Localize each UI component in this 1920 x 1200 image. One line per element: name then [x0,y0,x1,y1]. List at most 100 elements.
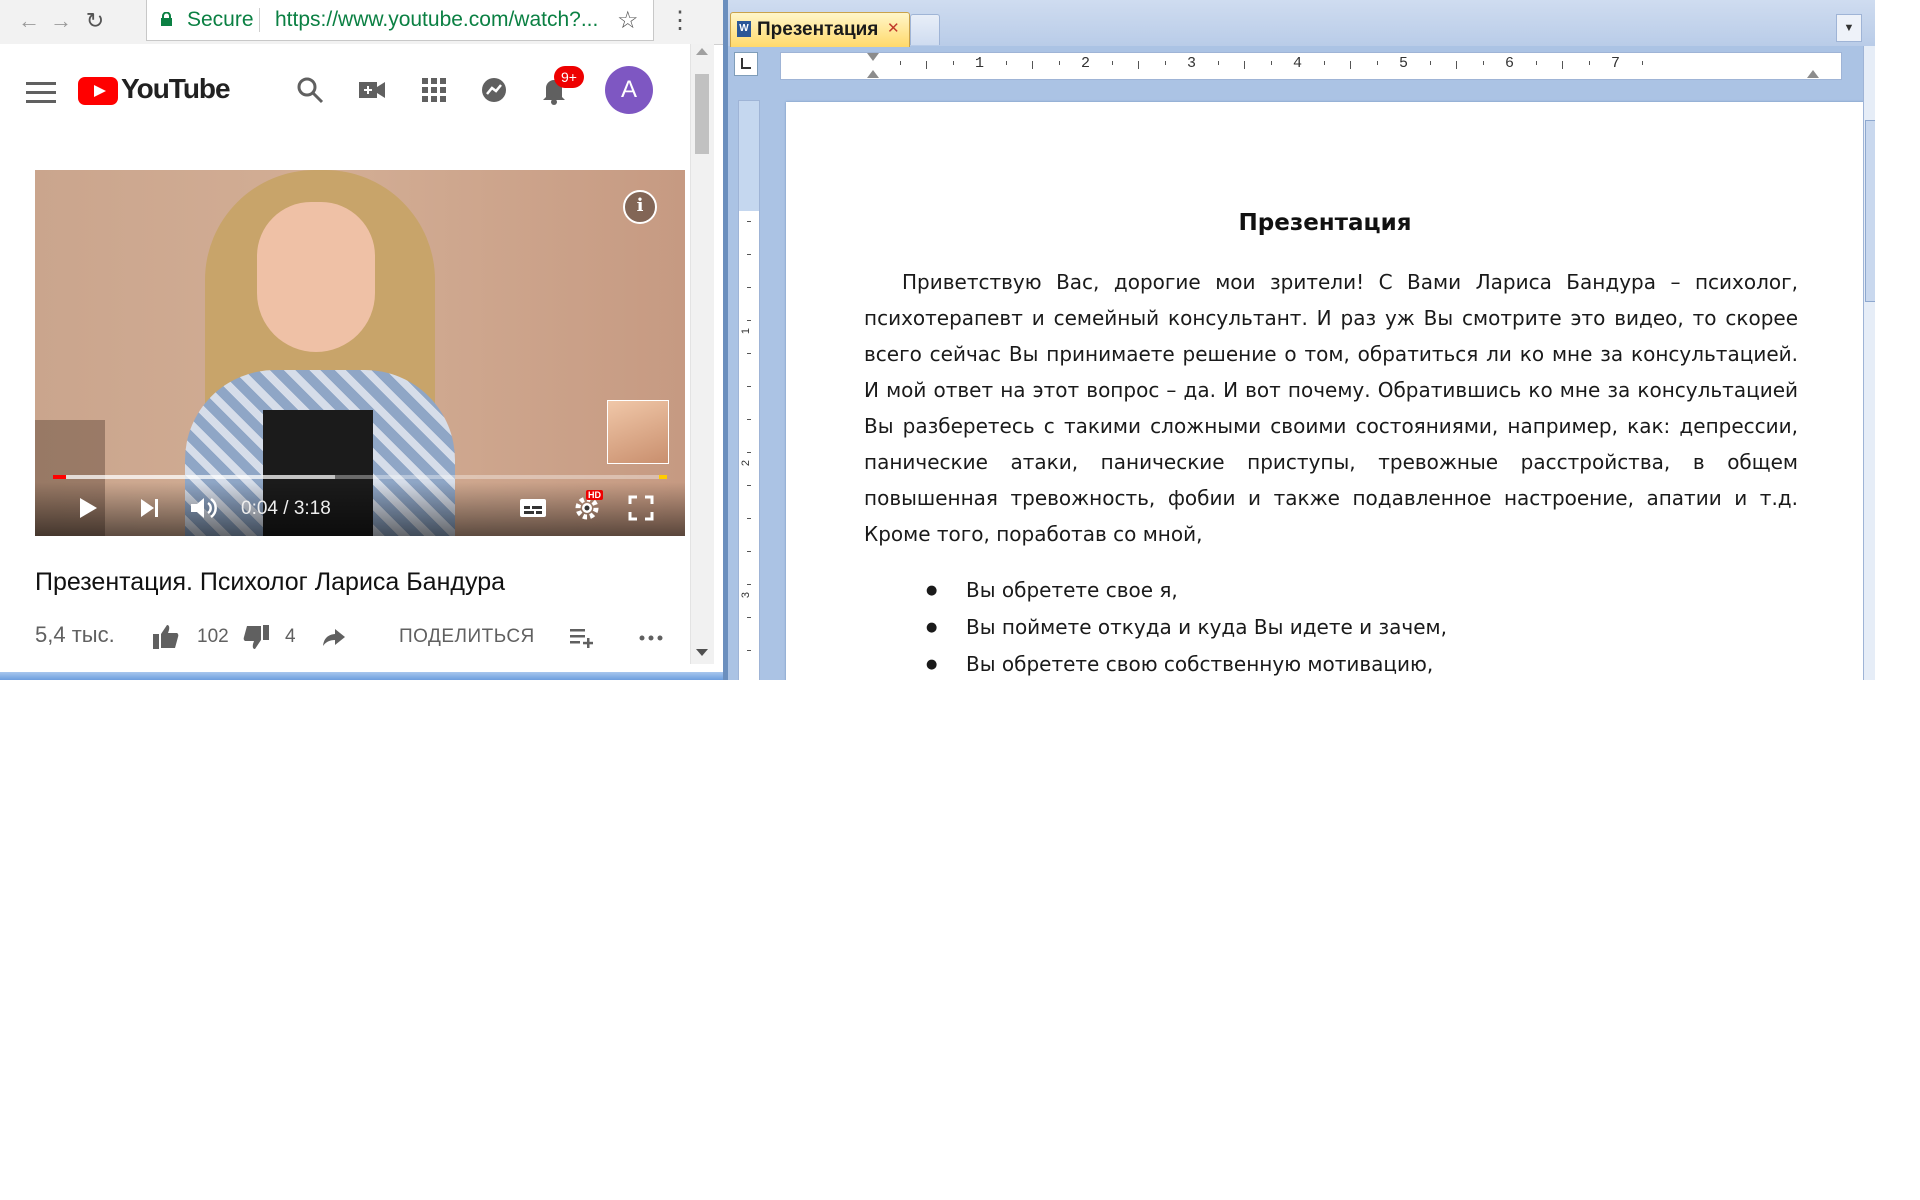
vertical-ruler-tick [747,320,751,321]
omnibox-separator [259,8,260,32]
ruler-tick [1005,61,1007,65]
dislike-icon[interactable] [241,622,271,652]
vertical-ruler-tick [747,287,751,288]
list-item: Вы обретете свою собственную мотивацию, [926,646,1786,680]
info-icon[interactable]: i [623,190,657,224]
subtitles-icon[interactable] [517,492,549,524]
document-tab[interactable]: W Презентация ✕ [730,12,910,47]
document-scroll-thumb[interactable] [1865,120,1875,302]
back-arrow-icon[interactable]: ← [14,6,44,36]
vertical-ruler-number: 1 [740,327,753,335]
page-scrollbar[interactable] [690,44,714,664]
video-title: Презентация. Психолог Лариса Бандура [35,568,506,596]
create-video-icon[interactable] [356,74,388,106]
ruler-tick [1058,61,1060,65]
vertical-ruler-number: 2 [740,459,753,467]
lock-icon [161,12,172,26]
progress-played [53,475,66,479]
vertical-ruler-tick [747,518,751,519]
youtube-logo-text[interactable]: YouTube [121,73,231,105]
forward-arrow-icon[interactable]: → [46,6,76,36]
vertical-ruler-tick [747,650,751,651]
reload-icon[interactable]: ↻ [80,6,110,36]
ruler-tick [1138,61,1139,69]
vertical-ruler-tick [747,353,751,354]
horizontal-ruler[interactable]: 1 2 3 4 5 6 7 [780,52,1842,80]
bookmark-star-icon[interactable]: ☆ [617,6,639,35]
like-count: 102 [197,626,229,647]
video-player[interactable]: i 0:04 / 3:18 HD [35,170,685,536]
close-icon[interactable]: ✕ [887,19,900,37]
search-icon[interactable] [294,74,326,106]
ruler-number: 7 [1611,55,1621,72]
vertical-ruler[interactable]: 1 2 3 [738,100,760,680]
ruler-tick [1350,61,1351,69]
next-icon[interactable] [133,492,165,524]
first-line-indent-marker[interactable] [867,53,879,61]
browser-menu-icon[interactable]: ⋮ [668,6,692,35]
document-tabstrip: W Презентация ✕ ▼ [728,0,1875,47]
ruler-number: 5 [1399,55,1409,72]
scroll-down-arrow-icon[interactable] [696,649,708,656]
views-count: 5,4 тыс. [35,622,115,647]
apps-icon[interactable] [418,74,450,106]
youtube-logo-icon[interactable] [78,77,118,105]
word-document-icon: W [737,21,751,37]
ruler-tick [1429,61,1431,65]
video-person-face [257,202,375,352]
ruler-tick [1376,61,1378,65]
vertical-ruler-margin [739,101,759,211]
player-controls: 0:04 / 3:18 HD [35,482,685,536]
video-meta-row: 5,4 тыс. 102 4 ПОДЕЛИТЬСЯ [35,618,685,658]
vertical-ruler-tick [747,254,751,255]
vertical-ruler-tick [747,419,751,420]
like-icon[interactable] [151,622,181,652]
hd-badge: HD [586,490,603,500]
omnibox[interactable]: Secure https://www.youtube.com/watch?...… [146,0,654,41]
document-paragraph: Приветствую Вас, дорогие мои зрители! С … [864,270,1798,546]
progress-buffered [53,475,336,479]
document-title: Презентация [1238,210,1412,236]
vertical-ruler-tick [747,584,751,585]
avatar[interactable]: A [605,66,653,114]
volume-icon[interactable] [187,492,219,524]
ruler-tick [1111,61,1113,65]
vertical-ruler-tick [747,221,751,222]
new-tab-button[interactable] [910,14,940,45]
ruler-tick [1456,61,1457,69]
document-page[interactable]: Презентация Приветствую Вас, дорогие мои… [786,102,1864,680]
vertical-ruler-tick [747,617,751,618]
menu-icon[interactable] [26,82,56,104]
ruler-tick [1482,61,1484,65]
document-scrollbar[interactable] [1863,46,1875,680]
left-indent-marker[interactable] [867,70,879,78]
share-icon[interactable] [319,622,349,652]
end-card-thumbnail[interactable] [607,400,669,464]
progress-bar[interactable] [53,475,667,479]
ruler-tick [1535,61,1537,65]
ruler-tick [1217,61,1219,65]
word-window: W Презентация ✕ ▼ 1 2 3 4 5 6 7 1 2 3 Презентаци… [728,0,1875,680]
messages-icon[interactable] [478,74,510,106]
play-icon[interactable] [71,492,103,524]
ruler-number: 1 [975,55,985,72]
vertical-ruler-tick [747,551,751,552]
scroll-up-arrow-icon[interactable] [696,48,708,55]
share-button-label[interactable]: ПОДЕЛИТЬСЯ [399,626,535,648]
progress-ad-marker [659,475,667,479]
url-text[interactable]: https://www.youtube.com/watch?... [275,8,598,32]
vertical-ruler-tick [747,485,751,486]
address-bar: ← → ↻ Secure https://www.youtube.com/wat… [0,0,723,45]
ruler-number: 4 [1293,55,1303,72]
scroll-thumb[interactable] [695,74,709,154]
fullscreen-icon[interactable] [625,492,657,524]
more-icon[interactable] [636,622,666,652]
vertical-ruler-tick [747,452,751,453]
chevron-down-icon[interactable]: ▼ [1836,14,1862,42]
list-item: Вы обретете свое я, [926,572,1786,609]
ruler-tick [1164,61,1166,65]
right-indent-marker[interactable] [1807,70,1819,78]
tab-selector[interactable] [734,52,758,76]
ruler-tick [1244,61,1245,69]
add-to-playlist-icon[interactable] [567,622,597,652]
